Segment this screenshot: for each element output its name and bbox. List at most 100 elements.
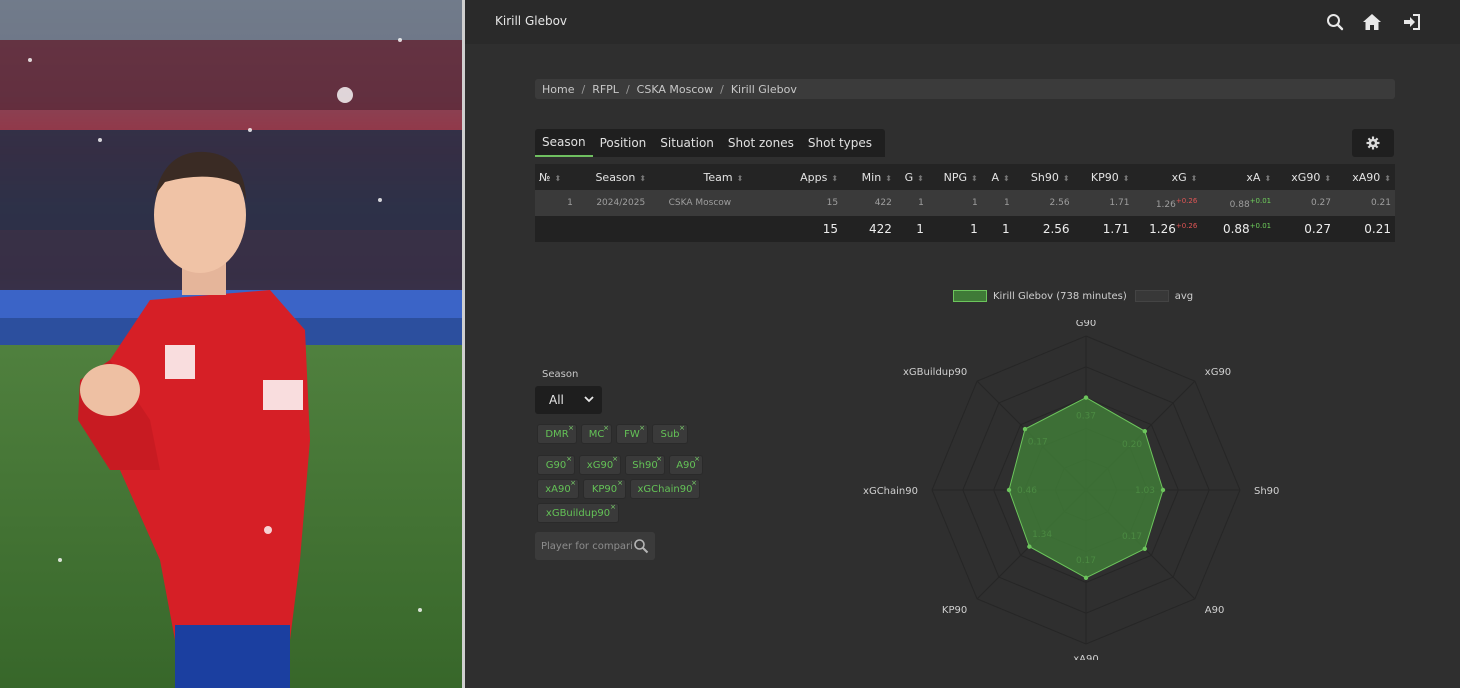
cell-npg: 1: [927, 190, 982, 216]
season-stats-table: № ⬍ Season ⬍ Team ⬍ Apps ⬍ Min ⬍ G ⬍ NPG ⬍ A ⬍ S…: [535, 164, 1395, 242]
search-icon[interactable]: [1325, 12, 1345, 32]
season-filter-label: Season: [542, 369, 579, 380]
column-header-min[interactable]: Min ⬍: [842, 164, 896, 190]
breadcrumb-separator: /: [720, 82, 724, 96]
search-icon[interactable]: [633, 538, 649, 554]
metric-chip-xg90[interactable]: xG90 ×: [579, 455, 621, 475]
column-header-goals[interactable]: G ⬍: [895, 164, 928, 190]
login-icon[interactable]: [1402, 12, 1422, 32]
metric-chip-xgchain90[interactable]: xGChain90 ×: [630, 479, 700, 499]
breadcrumb-separator: /: [581, 82, 586, 96]
column-header-xa[interactable]: xA ⬍: [1201, 164, 1276, 190]
metric-chip-g90[interactable]: G90 ×: [537, 455, 575, 475]
cell-sh90: 2.56: [1013, 190, 1074, 216]
column-header-sh90[interactable]: Sh90 ⬍: [1013, 164, 1074, 190]
radar-point: [1006, 487, 1012, 493]
column-header-kp90[interactable]: KP90 ⬍: [1073, 164, 1134, 190]
total-xg: 1.26+0.26: [1133, 216, 1202, 242]
settings-button[interactable]: [1352, 129, 1394, 157]
tab-position[interactable]: Position: [593, 129, 654, 157]
radar-value-label: 0.17: [1028, 438, 1048, 448]
stats-tabs: Season Position Situation Shot zones Sho…: [535, 129, 886, 157]
radar-axis-label: Sh90: [1254, 486, 1279, 497]
table-header-row: № ⬍ Season ⬍ Team ⬍ Apps ⬍ Min ⬍ G ⬍ NPG ⬍ A ⬍ S…: [535, 164, 1395, 190]
cell-min: 422: [842, 190, 896, 216]
cell-season: 2024/2025: [576, 190, 665, 216]
chevron-down-icon: [584, 396, 594, 403]
total-assists: 1: [981, 216, 1014, 242]
column-header-num[interactable]: № ⬍: [535, 164, 577, 190]
metric-chip-xgbuildup90[interactable]: xGBuildup90 ×: [537, 503, 619, 523]
column-header-team[interactable]: Team ⬍: [664, 164, 783, 190]
cell-xa90: 0.21: [1335, 190, 1395, 216]
metric-chip-sh90[interactable]: Sh90 ×: [625, 455, 665, 475]
breadcrumb-home[interactable]: Home: [542, 83, 574, 96]
radar-point: [1027, 544, 1032, 549]
radar-axis-label: xG90: [1205, 367, 1231, 378]
radar-value-label: 0.46: [1017, 486, 1037, 496]
cell-team[interactable]: CSKA Moscow: [664, 190, 783, 216]
position-chip-fw[interactable]: FW ×: [616, 424, 648, 444]
legend-swatch-player: [953, 290, 987, 302]
cell-goals: 1: [895, 190, 928, 216]
tab-shot-types[interactable]: Shot types: [801, 129, 879, 157]
cell-assists: 1: [981, 190, 1014, 216]
radar-point: [1142, 428, 1148, 434]
column-header-season[interactable]: Season ⬍: [576, 164, 665, 190]
cell-num: 1: [535, 190, 577, 216]
radar-point: [1142, 546, 1148, 552]
tab-shot-zones[interactable]: Shot zones: [721, 129, 801, 157]
position-chip-dmr[interactable]: DMR ×: [537, 424, 577, 444]
radar-value-label: 0.20: [1122, 440, 1142, 450]
tab-situation[interactable]: Situation: [653, 129, 721, 157]
total-sh90: 2.56: [1013, 216, 1074, 242]
radar-chart: G90 xG90 Sh90 A90 xA90 KP90 xGChain90 xGBuildup…: [863, 320, 1279, 660]
total-xa: 0.88+0.01: [1201, 216, 1276, 242]
column-header-npg[interactable]: NPG ⬍: [927, 164, 982, 190]
tab-season[interactable]: Season: [535, 129, 593, 157]
total-xg-diff: +0.26: [1175, 222, 1198, 230]
xg-diff: +0.26: [1175, 196, 1198, 205]
total-xg90: 0.27: [1275, 216, 1336, 242]
home-icon[interactable]: [1362, 12, 1382, 32]
radar-value-label: 1.03: [1135, 486, 1155, 496]
cell-xg: 1.26+0.26: [1133, 190, 1202, 216]
radar-axis-label: xA90: [1073, 654, 1098, 660]
column-header-xg[interactable]: xG ⬍: [1133, 164, 1202, 190]
season-select[interactable]: All: [535, 386, 602, 414]
metric-chip-xa90[interactable]: xA90 ×: [537, 479, 579, 499]
radar-axis-label: xGBuildup90: [903, 367, 967, 378]
player-photo: [0, 0, 462, 688]
legend-swatch-avg: [1134, 290, 1169, 302]
season-select-value: All: [549, 393, 564, 407]
breadcrumb-team[interactable]: CSKA Moscow: [637, 83, 713, 96]
column-header-xg90[interactable]: xG90 ⬍: [1275, 164, 1336, 190]
gear-icon: [1366, 136, 1380, 150]
breadcrumb-separator: /: [625, 82, 630, 96]
legend-player-label[interactable]: Kirill Glebov (738 minutes): [993, 291, 1127, 302]
total-apps: 15: [782, 216, 843, 242]
breadcrumb-league[interactable]: RFPL: [592, 83, 619, 96]
total-goals: 1: [895, 216, 928, 242]
total-xa90: 0.21: [1335, 216, 1395, 242]
metric-chip-kp90[interactable]: KP90 ×: [583, 479, 626, 499]
position-chip-mc[interactable]: MC ×: [581, 424, 612, 444]
cell-xg90: 0.27: [1275, 190, 1336, 216]
total-npg: 1: [927, 216, 982, 242]
breadcrumb-player: Kirill Glebov: [730, 82, 797, 96]
app-title[interactable]: Kirill Glebov: [495, 14, 567, 28]
panel-divider: [462, 0, 465, 688]
metric-chip-a90[interactable]: A90 ×: [669, 455, 703, 475]
xa-diff: +0.01: [1249, 196, 1272, 205]
total-min: 422: [842, 216, 896, 242]
table-row: 1 2024/2025 CSKA Moscow 15 422 1 1 1 2.5…: [535, 190, 1395, 216]
radar-point: [1083, 575, 1089, 580]
column-header-xa90[interactable]: xA90 ⬍: [1335, 164, 1395, 190]
legend-avg-label[interactable]: avg: [1175, 291, 1193, 302]
position-chip-sub[interactable]: Sub ×: [652, 424, 688, 444]
column-header-assists[interactable]: A ⬍: [981, 164, 1014, 190]
radar-value-label: 0.17: [1076, 556, 1096, 566]
column-header-apps[interactable]: Apps ⬍: [782, 164, 843, 190]
radar-point: [1083, 395, 1089, 400]
radar-axis-label: A90: [1205, 605, 1225, 616]
